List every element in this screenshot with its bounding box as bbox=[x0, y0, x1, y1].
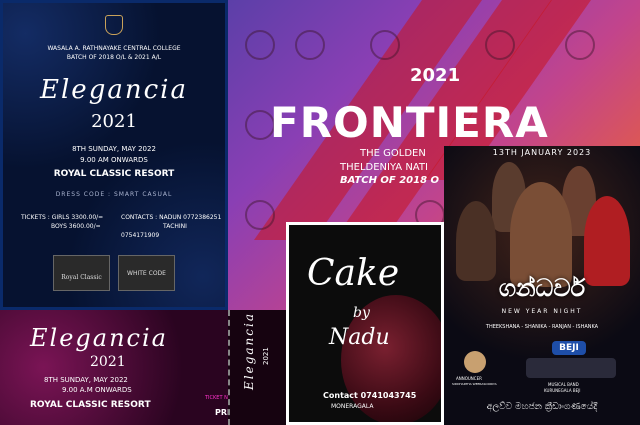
school-seal-icon bbox=[485, 30, 515, 60]
boys-price: BOYS 3600.00/= bbox=[51, 223, 101, 230]
ticket-prices: TICKETS : GIRLS 3300.00/= BOYS 3600.00/= bbox=[21, 213, 103, 231]
stub-title: Elegancia bbox=[242, 312, 256, 390]
ticket-title: Elegancia bbox=[30, 324, 168, 352]
artist-photo bbox=[456, 201, 496, 281]
frontiera-school: THELDENIYA NATI bbox=[340, 162, 428, 173]
venue-sinhala: අලව්ව මහජන ක්‍රීඩාංගණයේදී bbox=[486, 402, 598, 412]
announcer-photo bbox=[464, 351, 486, 373]
announcer-name: SIDDHARTHA WEERASOORIYA bbox=[452, 382, 497, 386]
tickets-label: TICKETS : bbox=[21, 214, 50, 221]
ticket-date: 8TH SUNDAY, MAY 2022 bbox=[44, 376, 128, 384]
frontiera-subtitle: THE GOLDEN bbox=[360, 148, 426, 159]
cake-contact: Contact 0741043745 bbox=[323, 391, 417, 400]
ticket-venue: ROYAL CLASSIC RESORT bbox=[30, 400, 151, 410]
school-seal-icon bbox=[295, 30, 325, 60]
artist-photo bbox=[510, 182, 572, 287]
white-code-logo-text: WHITE CODE bbox=[127, 270, 166, 277]
gandharva-subtitle: NEW YEAR NIGHT bbox=[501, 308, 583, 315]
white-code-logo: WHITE CODE bbox=[118, 255, 175, 291]
elegancia-title: Elegancia bbox=[40, 75, 188, 105]
school-name: WASALA A. RATHNAYAKE CENTRAL COLLEGE bbox=[47, 45, 181, 52]
cake-title: Cake bbox=[307, 253, 400, 294]
cake-place: MONERAGALA bbox=[331, 403, 374, 410]
beji-logo: BEJI bbox=[552, 341, 586, 355]
gandharva-title: ගන්ධර්ව bbox=[498, 274, 586, 302]
band-name: KURUNEGALA BEJI bbox=[544, 388, 581, 393]
gandharva-poster: 13TH JANUARY 2023 ගන්ධර්ව NEW YEAR NIGHT… bbox=[444, 146, 640, 425]
elegancia-poster: WASALA A. RATHNAYAKE CENTRAL COLLEGE BAT… bbox=[0, 0, 228, 310]
crest-icon bbox=[3, 15, 225, 39]
band-label: MUSICAL BAND bbox=[548, 382, 579, 387]
school-seal-icon bbox=[245, 200, 275, 230]
cake-by: by bbox=[353, 305, 370, 321]
contacts: CONTACTS : NADUN 0772386251 TACHINI 0754… bbox=[121, 213, 225, 240]
beji-logo-text: BEJI bbox=[559, 343, 579, 353]
school-seal-icon bbox=[565, 30, 595, 60]
ticket-stub: Elegancia 2021 bbox=[228, 310, 290, 425]
cake-name: Nadu bbox=[329, 325, 390, 350]
frontiera-batch: BATCH OF 2018 O bbox=[340, 175, 440, 186]
frontiera-title: FRONTIERA bbox=[270, 98, 549, 147]
announcer-label: ANNOUNCER bbox=[456, 376, 482, 381]
contact1-phone: 0772386251 bbox=[183, 214, 222, 221]
contact2-name: TACHINI bbox=[163, 223, 187, 230]
event-time: 9.00 AM ONWARDS bbox=[80, 156, 148, 164]
royal-classic-logo-text: Royal Classic bbox=[61, 274, 102, 281]
artists-list: THEEKSHANA - SHANIKA - RANJAN - ISHANKA bbox=[485, 324, 599, 330]
cake-poster: Cake by Nadu Contact 0741043745 MONERAGA… bbox=[286, 222, 444, 425]
elegancia-ticket: Elegancia 2021 8TH SUNDAY, MAY 2022 9.00… bbox=[0, 310, 290, 425]
event-venue: ROYAL CLASSIC RESORT bbox=[53, 169, 175, 179]
school-seal-icon bbox=[245, 30, 275, 60]
batch-text: BATCH OF 2018 O/L & 2021 A/L bbox=[66, 54, 162, 61]
event-date: 8TH SUNDAY, MAY 2022 bbox=[72, 145, 156, 153]
contact2-phone: 0754171909 bbox=[121, 232, 160, 239]
school-seal-icon bbox=[370, 30, 400, 60]
royal-classic-logo: Royal Classic bbox=[53, 255, 110, 291]
stub-year: 2021 bbox=[262, 347, 270, 365]
gandharva-date: 13TH JANUARY 2023 bbox=[492, 148, 592, 157]
ticket-year: 2021 bbox=[90, 354, 126, 370]
ticket-time: 9.00 A.M ONWARDS bbox=[62, 386, 132, 394]
dress-code: DRESS CODE : SMART CASUAL bbox=[55, 191, 173, 198]
frontiera-year: 2021 bbox=[410, 65, 461, 86]
contacts-label: CONTACTS : bbox=[121, 214, 158, 221]
contact1-name: NADUN bbox=[159, 214, 182, 221]
artist-photo bbox=[584, 196, 630, 286]
band-photo bbox=[526, 358, 616, 378]
elegancia-year: 2021 bbox=[91, 111, 137, 132]
girls-price: GIRLS 3300.00/= bbox=[51, 214, 104, 221]
